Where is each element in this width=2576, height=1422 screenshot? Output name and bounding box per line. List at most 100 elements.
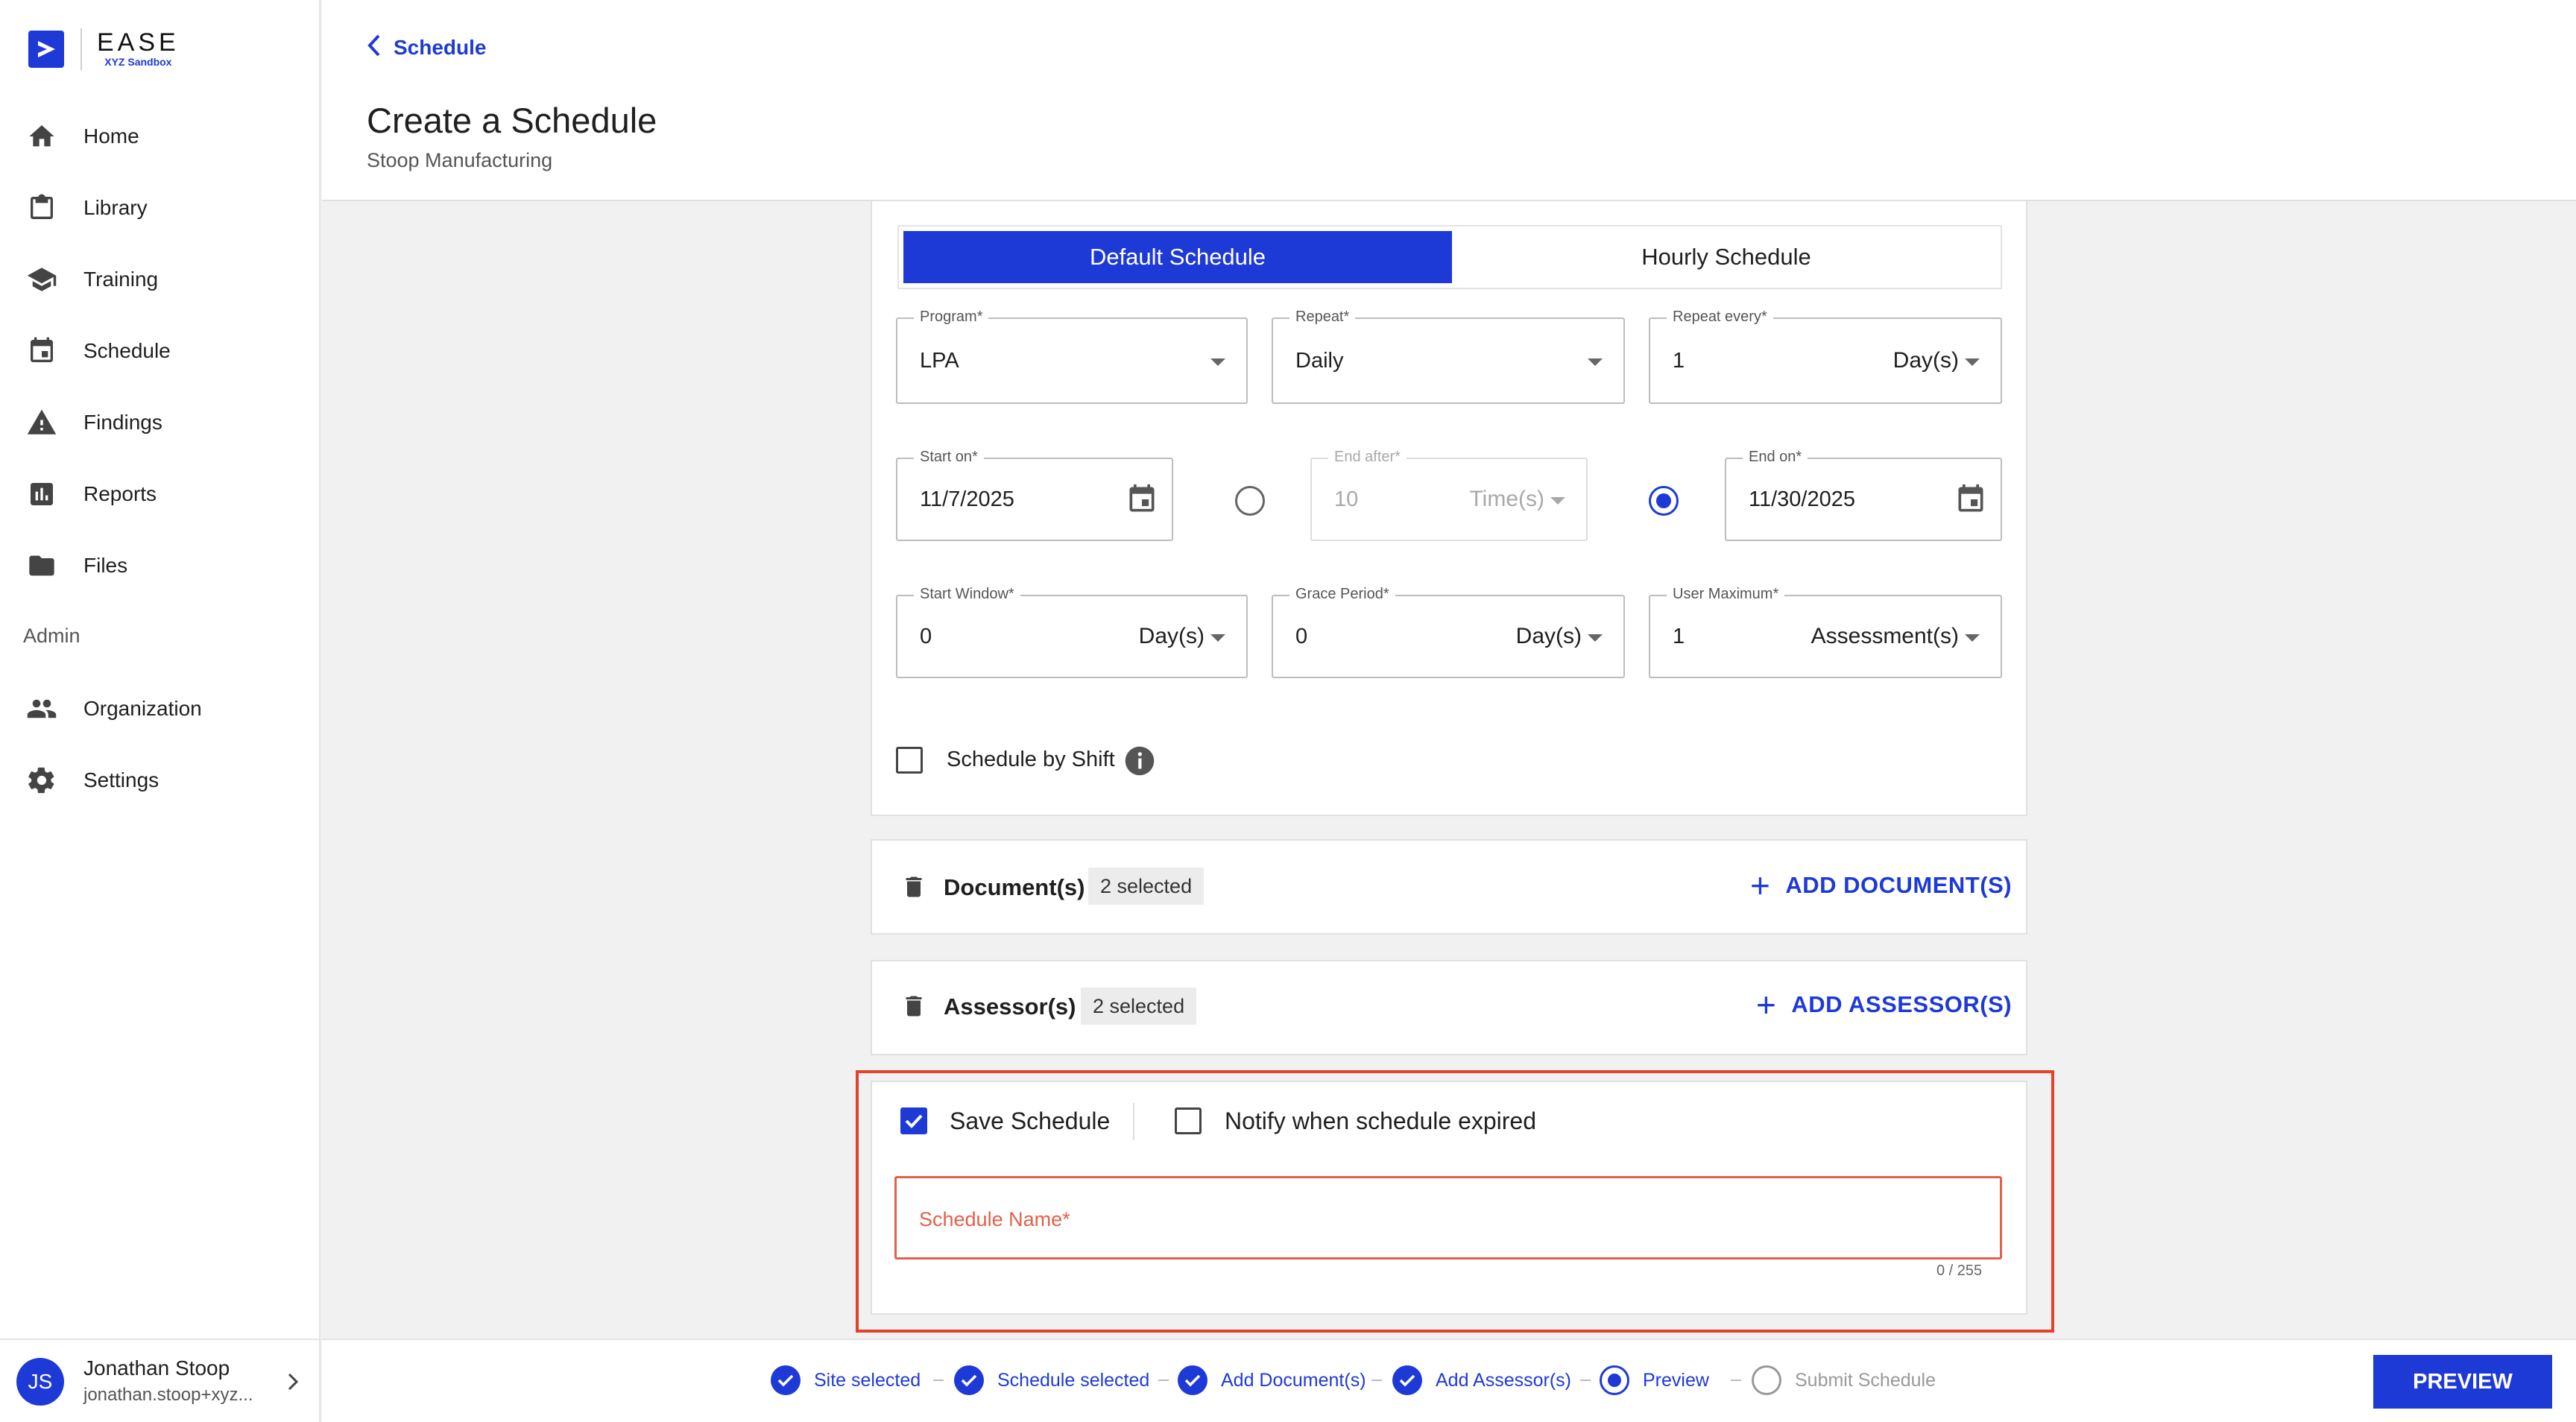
tab-default-schedule[interactable]: Default Schedule — [903, 231, 1452, 283]
end-on-date-field[interactable]: End on* 11/30/2025 — [1725, 449, 2002, 541]
step-preview: Preview — [1600, 1339, 1709, 1422]
end-after-value: 10 — [1334, 487, 1359, 511]
notify-expired-checkbox[interactable] — [1175, 1107, 1202, 1134]
user-email: jonathan.stoop+xyz... — [83, 1385, 253, 1405]
repeat-every-unit[interactable]: Day(s) — [1893, 319, 1959, 402]
repeat-every-value: 1 — [1673, 348, 1685, 373]
sidebar-item-organization[interactable]: Organization — [25, 686, 202, 731]
repeat-every-field[interactable]: Repeat every* 1 Day(s) — [1649, 309, 2002, 404]
dropdown-arrow-icon — [1588, 358, 1603, 366]
check-circle-icon — [1178, 1365, 1208, 1395]
page-title: Create a Schedule — [367, 101, 657, 140]
sidebar-item-label: Training — [83, 268, 159, 291]
grace-period-unit[interactable]: Day(s) — [1516, 596, 1582, 677]
logo-divider — [80, 28, 82, 70]
step-add-documents: Add Document(s) — [1178, 1339, 1366, 1422]
clipboard-icon — [25, 192, 58, 224]
step-site-selected: Site selected — [771, 1339, 921, 1422]
add-assessors-button[interactable]: + ADD ASSESSOR(S) — [1756, 987, 2012, 1022]
user-maximum-unit[interactable]: Assessment(s) — [1811, 596, 1959, 677]
plus-icon: + — [1750, 866, 1771, 905]
documents-count-badge: 2 selected — [1088, 868, 1205, 905]
step-add-assessors: Add Assessor(s) — [1392, 1339, 1571, 1422]
schedule-name-placeholder: Schedule Name* — [919, 1208, 1070, 1230]
program-value: LPA — [920, 348, 959, 373]
calendar-icon[interactable] — [1954, 483, 1987, 519]
schedule-by-shift-checkbox[interactable] — [896, 747, 923, 774]
sidebar-item-label: Home — [83, 124, 139, 148]
user-maximum-field[interactable]: User Maximum* 1 Assessment(s) — [1649, 586, 2002, 678]
check-circle-icon — [954, 1365, 984, 1395]
end-after-radio[interactable] — [1235, 486, 1265, 516]
notify-expired-label: Notify when schedule expired — [1225, 1107, 1537, 1134]
logo-text: EASE XYZ Sandbox — [97, 30, 180, 69]
tab-hourly-schedule[interactable]: Hourly Schedule — [1452, 227, 2001, 288]
empty-circle-icon — [1752, 1365, 1781, 1395]
chevron-left-icon — [367, 33, 382, 62]
grace-period-value: 0 — [1295, 624, 1308, 648]
start-window-value: 0 — [920, 624, 932, 648]
step-separator — [1371, 1380, 1382, 1381]
dropdown-arrow-icon — [1588, 634, 1603, 642]
info-icon[interactable] — [1124, 745, 1155, 780]
step-separator — [1731, 1380, 1741, 1381]
sidebar-item-reports[interactable]: Reports — [25, 472, 157, 516]
sidebar-item-settings[interactable]: Settings — [25, 758, 159, 803]
page-subtitle: Stoop Manufacturing — [367, 149, 553, 171]
add-assessors-label: ADD ASSESSOR(S) — [1791, 991, 2012, 1017]
end-after-field[interactable]: End after* 10 Time(s) — [1310, 449, 1588, 541]
preview-button[interactable]: PREVIEW — [2373, 1355, 2552, 1409]
sidebar-item-training[interactable]: Training — [25, 257, 158, 302]
sidebar-item-library[interactable]: Library — [25, 186, 148, 230]
gear-icon — [25, 764, 58, 797]
sidebar-item-label: Organization — [83, 697, 202, 720]
brand-name: EASE — [97, 28, 180, 57]
end-after-unit[interactable]: Time(s) — [1469, 459, 1544, 540]
add-documents-button[interactable]: + ADD DOCUMENT(S) — [1750, 866, 2012, 905]
assessors-count-badge: 2 selected — [1081, 987, 1197, 1025]
sidebar-item-home[interactable]: Home — [25, 114, 139, 159]
program-select[interactable]: Program* LPA — [896, 309, 1248, 404]
repeat-select[interactable]: Repeat* Daily — [1272, 309, 1625, 404]
documents-title: Document(s) — [944, 874, 1085, 900]
end-on-value: 11/30/2025 — [1749, 487, 1855, 511]
user-name: Jonathan Stoop — [83, 1356, 230, 1380]
avatar: JS — [16, 1358, 64, 1406]
grace-period-field[interactable]: Grace Period* 0 Day(s) — [1272, 586, 1625, 678]
step-separator — [1158, 1380, 1169, 1381]
start-window-unit[interactable]: Day(s) — [1139, 596, 1205, 677]
step-label: Submit Schedule — [1795, 1369, 1936, 1391]
sidebar-item-label: Library — [83, 196, 148, 219]
calendar-icon[interactable] — [1126, 483, 1158, 519]
trash-icon[interactable] — [900, 872, 927, 906]
save-schedule-checkbox[interactable] — [900, 1107, 927, 1134]
step-label: Preview — [1643, 1369, 1709, 1391]
step-separator — [933, 1380, 944, 1381]
step-separator — [1580, 1380, 1591, 1381]
app-logo[interactable]: EASE XYZ Sandbox — [28, 28, 180, 70]
sidebar-item-files[interactable]: Files — [25, 543, 127, 588]
trash-icon[interactable] — [900, 991, 927, 1025]
sidebar-item-findings[interactable]: Findings — [25, 400, 162, 445]
schedule-name-input[interactable]: Schedule Name* — [894, 1176, 2002, 1260]
back-link[interactable]: Schedule — [367, 33, 486, 62]
user-profile[interactable]: JS Jonathan Stoop jonathan.stoop+xyz... — [0, 1339, 321, 1422]
start-on-date-field[interactable]: Start on* 11/7/2025 — [896, 449, 1173, 541]
folder-icon — [25, 549, 58, 582]
dropdown-arrow-icon — [1210, 358, 1225, 366]
save-schedule-label: Save Schedule — [950, 1107, 1111, 1134]
calendar-icon — [25, 335, 58, 367]
page-header: Schedule Create a Schedule Stoop Manufac… — [322, 0, 2576, 201]
brand-subtitle: XYZ Sandbox — [104, 56, 172, 68]
end-on-radio[interactable] — [1649, 486, 1679, 516]
step-submit-schedule: Submit Schedule — [1752, 1339, 1936, 1422]
sidebar-item-label: Settings — [83, 768, 160, 791]
add-documents-label: ADD DOCUMENT(S) — [1785, 872, 2012, 898]
repeat-value: Daily — [1295, 348, 1344, 373]
sidebar-item-schedule[interactable]: Schedule — [25, 329, 171, 373]
dropdown-arrow-icon — [1965, 358, 1980, 366]
start-on-value: 11/7/2025 — [920, 487, 1014, 511]
start-window-field[interactable]: Start Window* 0 Day(s) — [896, 586, 1248, 678]
bar-chart-icon — [25, 478, 58, 511]
chevron-right-icon[interactable] — [283, 1367, 304, 1400]
